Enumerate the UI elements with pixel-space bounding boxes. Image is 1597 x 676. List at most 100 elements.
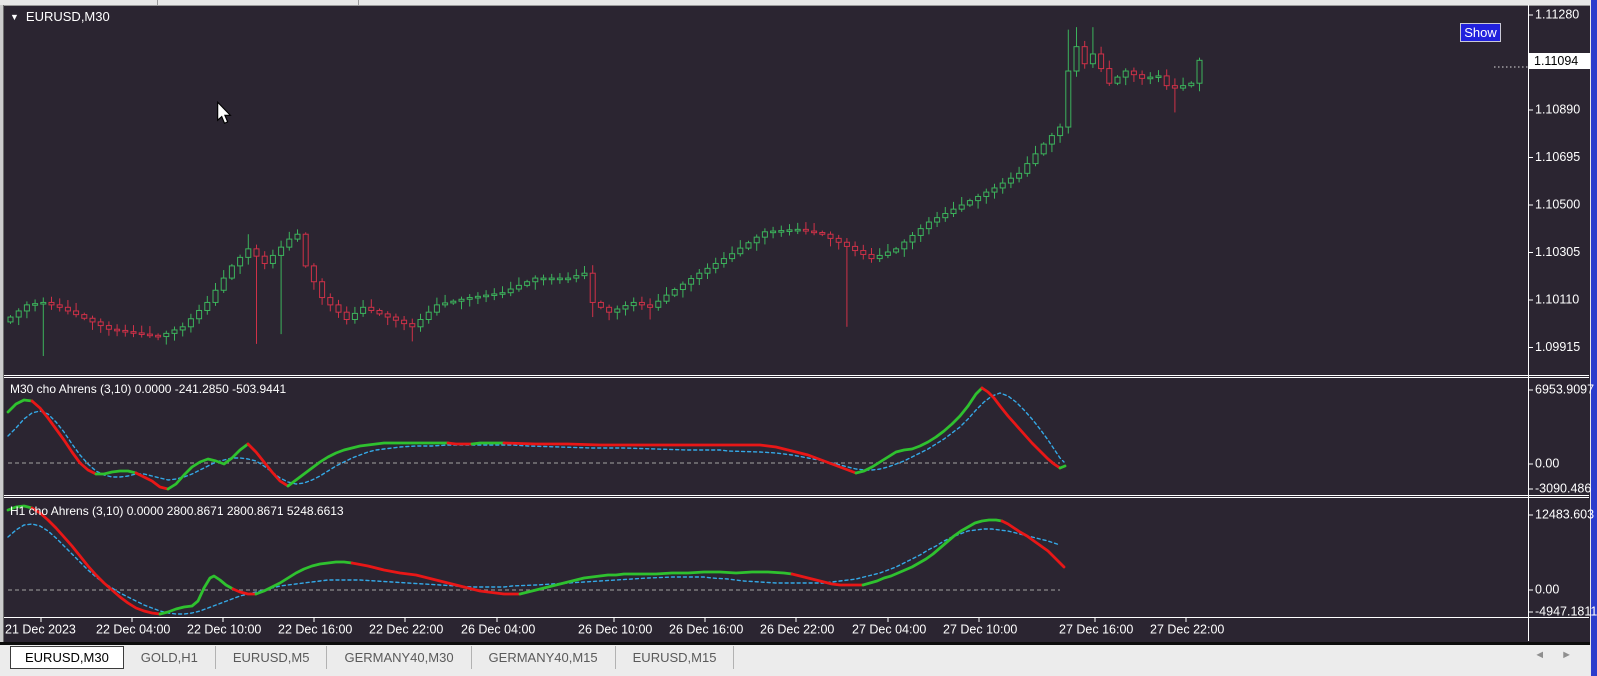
candle-body	[950, 208, 957, 215]
candle-body	[532, 277, 539, 283]
oscillator-main-segment	[470, 441, 506, 446]
candle-body	[1073, 46, 1080, 72]
candle-body	[48, 301, 55, 306]
candle-body	[1106, 68, 1113, 84]
candle-body	[64, 306, 71, 312]
candle-body	[1139, 74, 1146, 79]
candle-body	[425, 311, 432, 320]
chart-tab-gold-h1[interactable]: GOLD,H1	[124, 646, 216, 669]
chart-tab-bar: EURUSD,M30 GOLD,H1 EURUSD,M5 GERMANY40,M30 G…	[0, 642, 1590, 676]
oscillator-main-segment	[6, 398, 34, 414]
oscillator-signal-line	[7, 523, 1061, 615]
tab-scroll-left-icon[interactable]: ◄	[1534, 649, 1545, 661]
candle-body	[335, 304, 342, 313]
chart-tab-eurusd-m30[interactable]: EURUSD,M30	[10, 646, 124, 669]
candle-body	[827, 233, 834, 239]
candle-body	[802, 228, 809, 232]
candle-body	[581, 272, 588, 277]
symbol-label-text: EURUSD,M30	[25, 9, 110, 24]
candle-body	[73, 310, 80, 316]
candle-body	[130, 331, 137, 334]
time-axis-label: 26 Dec 10:00	[578, 622, 652, 636]
candle-body	[688, 278, 695, 285]
time-axis-label: 27 Dec 22:00	[1150, 622, 1224, 636]
indicator-scale-label: -3090.486	[1535, 481, 1591, 495]
candle-body	[1016, 172, 1023, 179]
candle-body	[1024, 163, 1031, 174]
candle-body	[770, 230, 777, 234]
candle-body	[753, 236, 760, 244]
candle-body	[1155, 75, 1162, 78]
candle-body	[958, 204, 965, 210]
chart-tabs: EURUSD,M30 GOLD,H1 EURUSD,M5 GERMANY40,M30 G…	[10, 646, 735, 669]
candle-body	[1122, 70, 1129, 78]
time-axis-label: 26 Dec 04:00	[461, 622, 535, 636]
symbol-timeframe-label[interactable]: ▼ EURUSD,M30	[10, 9, 110, 24]
candle-body	[261, 255, 268, 264]
candle-body	[696, 272, 703, 280]
candle-body	[450, 300, 457, 304]
candle-body	[155, 334, 162, 338]
time-axis-label: 22 Dec 16:00	[278, 622, 352, 636]
candle-body	[15, 310, 22, 318]
tab-scroll-right-icon[interactable]: ►	[1561, 649, 1572, 661]
candle-body	[548, 277, 555, 281]
candle-body	[220, 277, 227, 291]
candle-body	[876, 254, 883, 260]
candle-body	[1098, 53, 1105, 70]
oscillator-main-segment	[1058, 464, 1067, 470]
candle-body	[622, 305, 629, 310]
candle-body	[302, 233, 309, 267]
candle-body	[1032, 153, 1039, 165]
candle-body	[589, 272, 596, 303]
time-axis-label: 27 Dec 10:00	[943, 622, 1017, 636]
candle-body	[917, 228, 924, 236]
indicator-scale-label: 0.00	[1535, 582, 1559, 596]
candle-body	[565, 277, 572, 281]
candle-body	[852, 245, 859, 252]
candle-body	[376, 309, 383, 315]
oscillator-main-segment	[246, 442, 290, 488]
candle-body	[1196, 59, 1203, 84]
candle-body	[40, 301, 47, 305]
candle-body	[269, 254, 276, 264]
chart-tab-eurusd-m15[interactable]: EURUSD,M15	[616, 646, 735, 669]
candle-body	[327, 297, 334, 306]
candle-body	[360, 306, 367, 314]
chart-tab-germany40-m30[interactable]: GERMANY40,M30	[327, 646, 472, 669]
candle-body	[409, 323, 416, 328]
candle-body	[1147, 76, 1154, 80]
candle-body	[1180, 85, 1187, 89]
candle-body	[368, 306, 375, 311]
candle-body	[392, 316, 399, 321]
time-axis-label: 27 Dec 16:00	[1059, 622, 1133, 636]
candle-body	[1007, 177, 1014, 184]
candle-body	[401, 319, 408, 325]
candle-body	[507, 288, 514, 294]
price-scale-label: 1.11280	[1535, 7, 1579, 21]
candle-body	[286, 238, 293, 248]
time-axis-label: 26 Dec 16:00	[669, 622, 743, 636]
oscillator-main-segment	[1000, 519, 1066, 569]
candle-body	[515, 284, 522, 290]
candle-body	[1163, 75, 1170, 87]
candle-body	[630, 301, 637, 307]
chart-tab-eurusd-m5[interactable]: EURUSD,M5	[216, 646, 328, 669]
candle-body	[819, 232, 826, 235]
candle-body	[351, 312, 358, 320]
show-button[interactable]: Show	[1460, 23, 1501, 42]
candle-body	[466, 297, 473, 300]
candle-body	[671, 289, 678, 296]
chart-tab-germany40-m15[interactable]: GERMANY40,M15	[472, 646, 616, 669]
indicator-scale-label: -4947.1811	[1535, 604, 1597, 618]
candle-body	[860, 250, 867, 255]
candle-body	[343, 311, 350, 320]
price-scale-label: 1.10695	[1535, 150, 1580, 164]
candle-body	[843, 241, 850, 247]
candle-body	[893, 248, 900, 253]
candle-body	[442, 302, 449, 306]
candle-body	[7, 316, 14, 323]
candle-body	[1065, 70, 1072, 128]
candle-body	[278, 246, 285, 256]
candle-body	[942, 213, 949, 219]
